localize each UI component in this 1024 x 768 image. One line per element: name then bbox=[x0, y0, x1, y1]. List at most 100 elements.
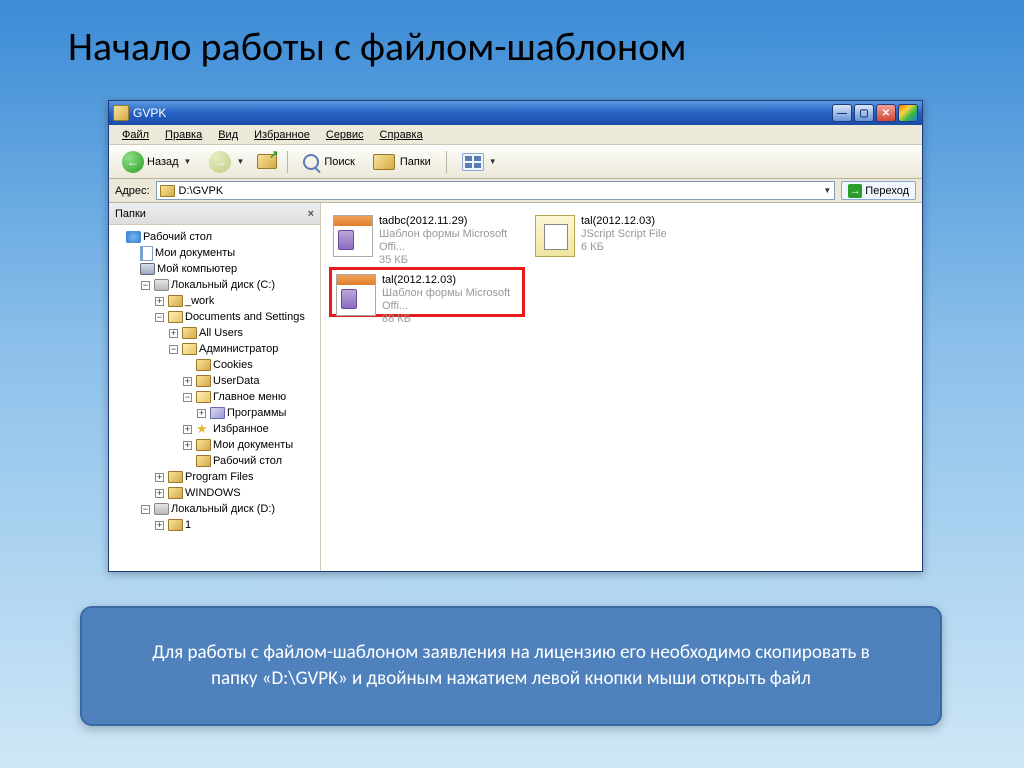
file-name: tadbc(2012.11.29) bbox=[379, 215, 521, 228]
folders-button[interactable]: Папки bbox=[366, 149, 438, 175]
menu-favorites[interactable]: Избранное bbox=[247, 127, 317, 143]
expand-icon[interactable]: + bbox=[197, 409, 206, 418]
file-tile[interactable]: tal(2012.12.03)Шаблон формы Microsoft Of… bbox=[329, 267, 525, 317]
script-file-icon bbox=[535, 215, 575, 257]
expand-icon[interactable]: + bbox=[155, 297, 164, 306]
tree-item[interactable]: − Локальный диск (C:) bbox=[111, 277, 318, 293]
tree-item-label: Программы bbox=[227, 407, 286, 419]
file-list[interactable]: tadbc(2012.11.29)Шаблон формы Microsoft … bbox=[321, 203, 922, 571]
tree-item-label: All Users bbox=[199, 327, 243, 339]
tree-item[interactable]: Мой компьютер bbox=[111, 261, 318, 277]
window-title: GVPK bbox=[133, 106, 832, 120]
collapse-icon[interactable]: − bbox=[155, 313, 164, 322]
collapse-icon[interactable]: − bbox=[169, 345, 178, 354]
address-label: Адрес: bbox=[115, 185, 150, 197]
expand-icon[interactable]: + bbox=[155, 521, 164, 530]
tree-item-label: Локальный диск (C:) bbox=[171, 279, 275, 291]
menu-edit[interactable]: Правка bbox=[158, 127, 209, 143]
tree-item-label: Program Files bbox=[185, 471, 253, 483]
tree-item-label: Рабочий стол bbox=[213, 455, 282, 467]
tree-item-label: Cookies bbox=[213, 359, 253, 371]
tree-item[interactable]: Рабочий стол bbox=[111, 229, 318, 245]
chevron-down-icon: ▼ bbox=[236, 157, 244, 166]
expand-icon[interactable]: + bbox=[155, 489, 164, 498]
tree-item[interactable]: −Главное меню bbox=[111, 389, 318, 405]
file-meta: tal(2012.12.03)JScript Script File6 КБ bbox=[581, 215, 667, 254]
up-button[interactable]: ↗ bbox=[255, 150, 279, 174]
folder-icon bbox=[182, 327, 197, 339]
form-template-icon bbox=[333, 215, 373, 257]
close-pane-button[interactable]: × bbox=[308, 208, 314, 220]
spacer bbox=[127, 265, 136, 274]
go-button[interactable]: → Переход bbox=[841, 181, 916, 200]
folder-icon bbox=[113, 105, 129, 121]
folders-pane-title: Папки bbox=[115, 208, 146, 220]
file-name: tal(2012.12.03) bbox=[382, 274, 518, 287]
titlebar[interactable]: GVPK — ▢ ✕ bbox=[109, 101, 922, 125]
tree-item[interactable]: + Program Files bbox=[111, 469, 318, 485]
tree-item[interactable]: +UserData bbox=[111, 373, 318, 389]
tree-item-label: Мои документы bbox=[213, 439, 293, 451]
minimize-button[interactable]: — bbox=[832, 104, 852, 122]
menu-help[interactable]: Справка bbox=[373, 127, 430, 143]
disk-icon bbox=[154, 279, 169, 291]
address-input[interactable]: D:\GVPK ▼ bbox=[156, 181, 836, 200]
tree-item[interactable]: −Documents and Settings bbox=[111, 309, 318, 325]
file-tile[interactable]: tal(2012.12.03)JScript Script File6 КБ bbox=[531, 211, 727, 261]
collapse-icon[interactable]: − bbox=[141, 505, 150, 514]
tree-item[interactable]: Мои документы bbox=[111, 245, 318, 261]
back-button[interactable]: ← Назад ▼ bbox=[115, 149, 198, 175]
tree-item[interactable]: −Локальный диск (D:) bbox=[111, 501, 318, 517]
menu-view[interactable]: Вид bbox=[211, 127, 245, 143]
collapse-icon[interactable]: − bbox=[141, 281, 150, 290]
up-arrow-icon: ↗ bbox=[269, 148, 278, 161]
folder-icon bbox=[196, 439, 211, 451]
tree-item-label: Мои документы bbox=[155, 247, 235, 259]
tree-item-label: 1 bbox=[185, 519, 191, 531]
forward-icon: → bbox=[209, 151, 231, 173]
maximize-button[interactable]: ▢ bbox=[854, 104, 874, 122]
expand-icon[interactable]: + bbox=[155, 473, 164, 482]
chevron-down-icon[interactable]: ▼ bbox=[823, 186, 831, 195]
expand-icon[interactable]: + bbox=[183, 377, 192, 386]
folders-pane: Папки × Рабочий стол Мои документы Мой ком… bbox=[109, 203, 321, 571]
menu-tools[interactable]: Сервис bbox=[319, 127, 371, 143]
toolbar: ← Назад ▼ → ▼ ↗ Поиск Папки ▼ bbox=[109, 145, 922, 179]
tree-item-label: Рабочий стол bbox=[143, 231, 212, 243]
folders-label: Папки bbox=[400, 156, 431, 168]
address-bar: Адрес: D:\GVPK ▼ → Переход bbox=[109, 179, 922, 203]
mydocs-icon bbox=[140, 246, 153, 261]
tree-item[interactable]: +WINDOWS bbox=[111, 485, 318, 501]
tree-item[interactable]: + Программы bbox=[111, 405, 318, 421]
file-tile[interactable]: tadbc(2012.11.29)Шаблон формы Microsoft … bbox=[329, 211, 525, 261]
file-type: Шаблон формы Microsoft Offi... bbox=[382, 287, 518, 313]
expand-icon[interactable]: + bbox=[169, 329, 178, 338]
tree-item[interactable]: +_work bbox=[111, 293, 318, 309]
tree-item[interactable]: +1 bbox=[111, 517, 318, 533]
disk-icon bbox=[154, 503, 169, 515]
expand-icon[interactable]: + bbox=[183, 425, 192, 434]
collapse-icon[interactable]: − bbox=[183, 393, 192, 402]
folder-icon bbox=[196, 375, 211, 387]
file-type: Шаблон формы Microsoft Offi... bbox=[379, 228, 521, 254]
tree-item[interactable]: +★Избранное bbox=[111, 421, 318, 437]
folder-icon bbox=[196, 455, 211, 467]
tree-item[interactable]: Cookies bbox=[111, 357, 318, 373]
tree-item-label: Администратор bbox=[199, 343, 278, 355]
separator bbox=[287, 151, 288, 173]
search-button[interactable]: Поиск bbox=[296, 149, 361, 175]
spacer bbox=[183, 457, 192, 466]
forward-button[interactable]: → ▼ bbox=[202, 149, 251, 175]
tree-item[interactable]: + All Users bbox=[111, 325, 318, 341]
chevron-down-icon: ▼ bbox=[184, 157, 192, 166]
views-button[interactable]: ▼ bbox=[455, 149, 504, 175]
menu-file[interactable]: Файл bbox=[115, 127, 156, 143]
expand-icon[interactable]: + bbox=[183, 441, 192, 450]
folder-tree[interactable]: Рабочий столМои документыМой компьютер−Л… bbox=[109, 225, 320, 571]
address-path: D:\GVPK bbox=[179, 185, 818, 197]
instruction-callout: Для работы с файлом-шаблоном заявления н… bbox=[80, 606, 942, 726]
tree-item[interactable]: Рабочий стол bbox=[111, 453, 318, 469]
close-button[interactable]: ✕ bbox=[876, 104, 896, 122]
tree-item[interactable]: − Администратор bbox=[111, 341, 318, 357]
tree-item[interactable]: + Мои документы bbox=[111, 437, 318, 453]
